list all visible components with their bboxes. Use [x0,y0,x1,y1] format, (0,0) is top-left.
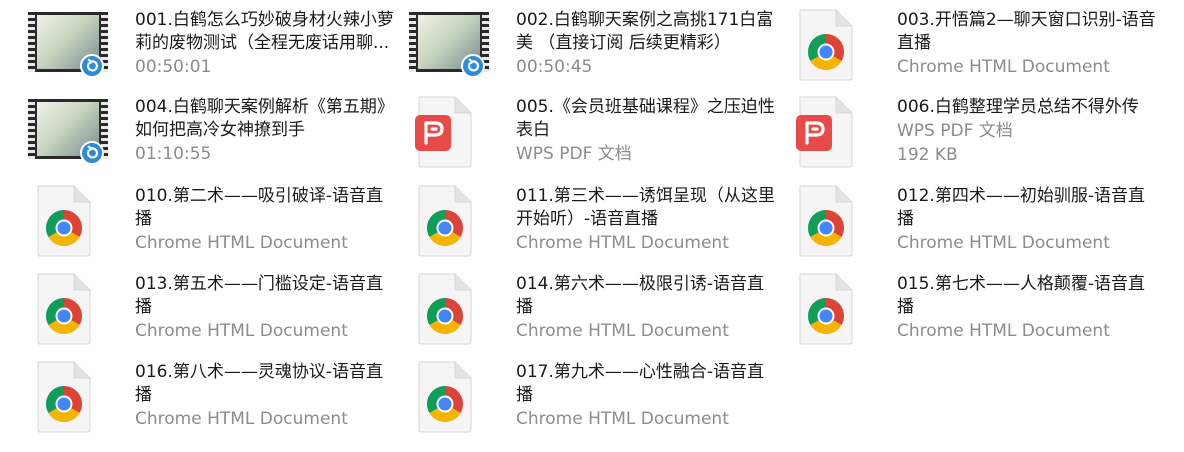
film-sprocket-left [28,12,35,72]
file-type: Chrome HTML Document [516,233,729,253]
file-item[interactable]: 004.白鹤聊天案例解析《第五期》如何把高冷女神撩到手 01:10:55 [28,87,398,173]
video-duration: 00:50:01 [135,57,212,77]
file-name: 006.白鹤整理学员总结不得外传 [897,97,1139,117]
file-text: 014.第六术——极限引诱-语音直播 Chrome HTML Document [516,273,778,343]
file-name: 012.第四术——初始驯服-语音直播 [897,186,1145,229]
file-text: 006.白鹤整理学员总结不得外传 WPS PDF 文档 192 KB [897,96,1159,167]
chrome-html-document-icon [28,184,108,258]
file-name: 010.第二术——吸引破译-语音直播 [135,186,383,229]
file-name: 014.第六术——极限引诱-语音直播 [516,274,764,317]
file-type: Chrome HTML Document [516,321,729,341]
file-name: 005.《会员班基础课程》之压迫性表白 [516,97,775,140]
html-file-svg [37,361,91,433]
chrome-html-document-icon [409,360,489,434]
file-size: 192 KB [897,145,958,165]
file-type: Chrome HTML Document [135,233,348,253]
file-type: Chrome HTML Document [897,57,1110,77]
video-player-badge-icon [461,54,485,78]
file-type: Chrome HTML Document [135,321,348,341]
file-item[interactable]: 010.第二术——吸引破译-语音直播 Chrome HTML Document [28,176,398,262]
file-name: 016.第八术——灵魂协议-语音直播 [135,362,383,405]
film-sprocket-left [409,12,416,72]
file-item[interactable]: 003.开悟篇2—聊天窗口识别-语音直播 Chrome HTML Document [790,0,1160,86]
chrome-html-document-icon [790,272,870,346]
file-text: 003.开悟篇2—聊天窗口识别-语音直播 Chrome HTML Document [897,9,1159,79]
file-text: 016.第八术——灵魂协议-语音直播 Chrome HTML Document [135,361,397,431]
file-text: 004.白鹤聊天案例解析《第五期》如何把高冷女神撩到手 01:10:55 [135,96,397,166]
html-file-svg [37,185,91,257]
file-type: Chrome HTML Document [135,409,348,429]
file-item[interactable]: 006.白鹤整理学员总结不得外传 WPS PDF 文档 192 KB [790,87,1160,173]
html-file-svg [799,185,853,257]
file-grid: 001.白鹤怎么巧妙破身材火辣小萝莉的废物测试（全程无废话用聊... 00:50:… [0,0,1184,452]
video-duration: 01:10:55 [135,144,212,164]
wps-pdf-document-icon [409,95,489,169]
file-text: 001.白鹤怎么巧妙破身材火辣小萝莉的废物测试（全程无废话用聊... 00:50:… [135,9,397,79]
file-type: WPS PDF 文档 [897,121,1013,141]
wps-pdf-document-icon [790,95,870,169]
file-name: 015.第七术——人格颠覆-语音直播 [897,274,1145,317]
file-item[interactable]: 016.第八术——灵魂协议-语音直播 Chrome HTML Document [28,352,398,438]
html-file-svg [799,9,853,81]
video-thumbnail-icon [409,12,489,78]
file-text: 015.第七术——人格颠覆-语音直播 Chrome HTML Document [897,273,1159,343]
file-item[interactable]: 005.《会员班基础课程》之压迫性表白 WPS PDF 文档 [409,87,779,173]
chrome-html-document-icon [28,272,108,346]
chrome-html-document-icon [790,184,870,258]
film-sprocket-left [28,99,35,159]
file-name: 001.白鹤怎么巧妙破身材火辣小萝莉的废物测试（全程无废话用聊... [135,10,394,53]
file-type: Chrome HTML Document [897,321,1110,341]
file-name: 011.第三术——诱饵呈现（从这里开始听）-语音直播 [516,186,775,229]
file-name: 003.开悟篇2—聊天窗口识别-语音直播 [897,10,1156,53]
file-item[interactable]: 011.第三术——诱饵呈现（从这里开始听）-语音直播 Chrome HTML Do… [409,176,779,262]
file-text: 005.《会员班基础课程》之压迫性表白 WPS PDF 文档 [516,96,778,166]
file-name: 002.白鹤聊天案例之高挑171白富美 （直接订阅 后续更精彩） [516,10,774,53]
file-item[interactable]: 014.第六术——极限引诱-语音直播 Chrome HTML Document [409,264,779,350]
file-text: 010.第二术——吸引破译-语音直播 Chrome HTML Document [135,185,397,255]
html-file-svg [37,273,91,345]
file-item[interactable]: 002.白鹤聊天案例之高挑171白富美 （直接订阅 后续更精彩） 00:50:45 [409,0,779,86]
pdf-file-svg [796,96,853,168]
file-type: Chrome HTML Document [897,233,1110,253]
html-file-svg [418,273,472,345]
file-item[interactable]: 017.第九术——心性融合-语音直播 Chrome HTML Document [409,352,779,438]
file-item[interactable]: 012.第四术——初始驯服-语音直播 Chrome HTML Document [790,176,1160,262]
html-file-svg [799,273,853,345]
chrome-html-document-icon [28,360,108,434]
video-thumbnail-icon [28,99,108,165]
file-type: Chrome HTML Document [516,409,729,429]
file-name: 013.第五术——门槛设定-语音直播 [135,274,383,317]
file-name: 004.白鹤聊天案例解析《第五期》如何把高冷女神撩到手 [135,97,394,140]
file-text: 011.第三术——诱饵呈现（从这里开始听）-语音直播 Chrome HTML Do… [516,185,778,255]
video-duration: 00:50:45 [516,57,593,77]
file-item[interactable]: 013.第五术——门槛设定-语音直播 Chrome HTML Document [28,264,398,350]
file-text: 002.白鹤聊天案例之高挑171白富美 （直接订阅 后续更精彩） 00:50:45 [516,9,778,79]
video-player-badge-icon [80,54,104,78]
video-player-badge-icon [80,141,104,165]
chrome-html-document-icon [409,184,489,258]
file-text: 013.第五术——门槛设定-语音直播 Chrome HTML Document [135,273,397,343]
file-text: 017.第九术——心性融合-语音直播 Chrome HTML Document [516,361,778,431]
chrome-html-document-icon [409,272,489,346]
html-file-svg [418,185,472,257]
chrome-html-document-icon [790,8,870,82]
file-item[interactable]: 001.白鹤怎么巧妙破身材火辣小萝莉的废物测试（全程无废话用聊... 00:50:… [28,0,398,86]
file-item[interactable]: 015.第七术——人格颠覆-语音直播 Chrome HTML Document [790,264,1160,350]
file-name: 017.第九术——心性融合-语音直播 [516,362,764,405]
video-thumbnail-icon [28,12,108,78]
html-file-svg [418,361,472,433]
file-text: 012.第四术——初始驯服-语音直播 Chrome HTML Document [897,185,1159,255]
file-type: WPS PDF 文档 [516,144,632,164]
pdf-file-svg [415,96,472,168]
